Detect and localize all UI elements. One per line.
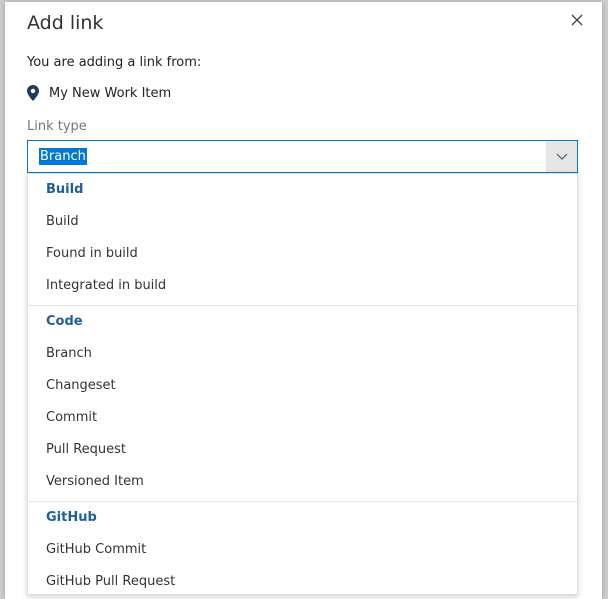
add-link-dialog: Add link You are adding a link from: My … [5,2,602,599]
group-header-code: Code [46,314,83,329]
intro-text: You are adding a link from: [27,55,202,70]
option-build[interactable]: Build [28,206,577,238]
group-build: Build Build Found in build Integrated in… [28,174,577,306]
option-versioned-item[interactable]: Versioned Item [28,466,577,498]
option-github-commit[interactable]: GitHub Commit [28,534,577,566]
option-github-pull-request[interactable]: GitHub Pull Request [28,566,577,594]
close-icon [571,14,583,26]
group-header-github: GitHub [46,510,97,525]
option-commit[interactable]: Commit [28,402,577,434]
link-type-label: Link type [27,119,87,134]
option-pull-request[interactable]: Pull Request [28,434,577,466]
link-type-dropdown-button[interactable] [546,141,577,172]
group-header-build: Build [46,182,84,197]
map-pin-icon [27,84,41,102]
option-branch[interactable]: Branch [28,338,577,370]
option-found-in-build[interactable]: Found in build [28,238,577,270]
close-button[interactable] [567,10,587,30]
group-github: GitHub GitHub Commit GitHub Pull Request [28,502,577,594]
dialog-title: Add link [27,12,104,34]
source-work-item: My New Work Item [27,84,171,102]
link-type-dropdown-list: Build Build Found in build Integrated in… [27,173,578,595]
chevron-down-icon [556,153,567,160]
group-code: Code Branch Changeset Commit Pull Reques… [28,306,577,502]
link-type-combobox[interactable]: Branch [27,140,578,173]
source-work-item-name: My New Work Item [49,85,172,101]
option-changeset[interactable]: Changeset [28,370,577,402]
link-type-selected-text: Branch [39,148,87,165]
option-integrated-in-build[interactable]: Integrated in build [28,270,577,302]
